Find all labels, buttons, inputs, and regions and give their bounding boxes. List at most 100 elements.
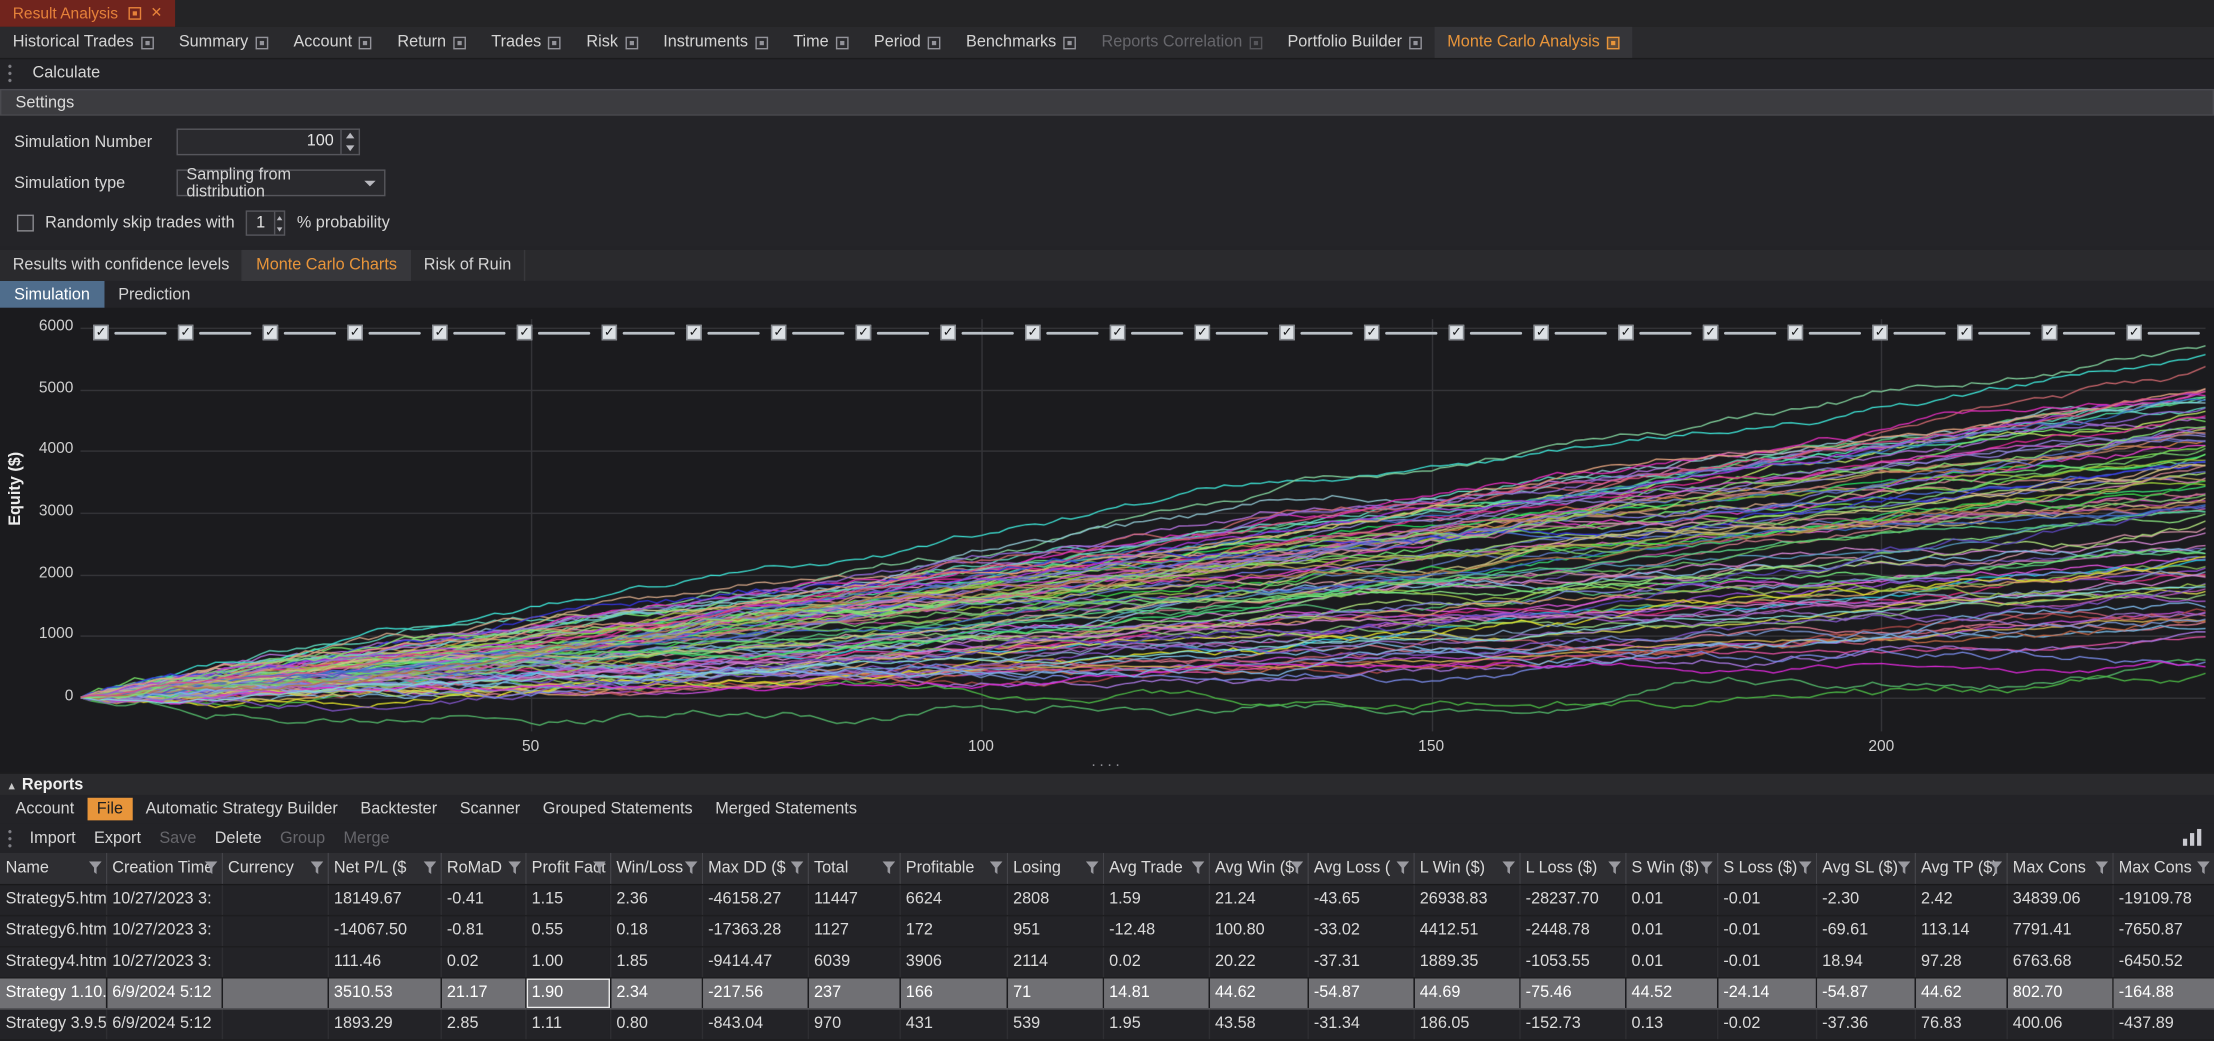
table-cell[interactable]: -17363.28 xyxy=(702,915,808,946)
table-cell[interactable]: 3510.53 xyxy=(328,977,441,1008)
filter-funnel-icon[interactable] xyxy=(310,861,323,874)
table-cell[interactable]: 20.22 xyxy=(1209,946,1308,977)
tab-benchmarks[interactable]: Benchmarks xyxy=(953,27,1088,58)
table-cell[interactable]: -12.48 xyxy=(1103,915,1209,946)
table-cell[interactable]: 970 xyxy=(808,1008,900,1039)
column-header-creation-time-1[interactable]: Creation Time xyxy=(106,853,222,884)
filter-funnel-icon[interactable] xyxy=(1608,861,1621,874)
pin-icon[interactable] xyxy=(1607,36,1620,49)
reports-tab-file[interactable]: File xyxy=(87,798,133,821)
table-cell[interactable]: -0.01 xyxy=(1717,884,1816,915)
column-header-profitable-9[interactable]: Profitable xyxy=(899,853,1006,884)
filter-funnel-icon[interactable] xyxy=(1396,861,1409,874)
filter-funnel-icon[interactable] xyxy=(2095,861,2108,874)
table-cell[interactable]: 14.81 xyxy=(1103,977,1209,1008)
table-cell[interactable]: 97.28 xyxy=(1915,946,2007,977)
close-icon[interactable]: ✕ xyxy=(151,6,163,20)
pin-icon[interactable] xyxy=(453,36,466,49)
series-checkbox[interactable]: ✓ xyxy=(178,325,194,341)
export-button[interactable]: Export xyxy=(87,828,148,848)
table-cell[interactable]: 0.01 xyxy=(1625,884,1717,915)
table-cell[interactable]: 34839.06 xyxy=(2006,884,2112,915)
table-cell[interactable]: 0.80 xyxy=(610,1008,702,1039)
table-cell[interactable]: -31.34 xyxy=(1308,1008,1414,1039)
toolbar-drag-handle[interactable] xyxy=(7,64,13,84)
table-cell[interactable]: Strategy5.htm xyxy=(0,884,106,915)
pin-icon[interactable] xyxy=(359,36,372,49)
table-cell[interactable]: -54.87 xyxy=(1816,977,1915,1008)
tab-reports-correlation[interactable]: Reports Correlation xyxy=(1089,27,1275,58)
table-cell[interactable]: Strategy 3.9.5 xyxy=(0,1008,106,1039)
table-cell[interactable]: 71 xyxy=(1007,977,1103,1008)
series-checkbox[interactable]: ✓ xyxy=(1195,325,1211,341)
table-cell[interactable]: 6/9/2024 5:12 xyxy=(106,1008,222,1039)
pin-icon[interactable] xyxy=(141,36,154,49)
reports-tab-backtester[interactable]: Backtester xyxy=(351,798,447,821)
column-header-avg-trade-11[interactable]: Avg Trade xyxy=(1103,853,1209,884)
table-cell[interactable]: -37.36 xyxy=(1816,1008,1915,1039)
pin-icon[interactable] xyxy=(755,36,768,49)
table-cell[interactable]: -7650.87 xyxy=(2112,915,2214,946)
series-checkbox[interactable]: ✓ xyxy=(2126,325,2142,341)
table-cell[interactable]: -0.41 xyxy=(441,884,526,915)
table-cell[interactable]: 2.42 xyxy=(1915,884,2007,915)
table-cell[interactable]: 44.52 xyxy=(1625,977,1717,1008)
column-header-name-0[interactable]: Name xyxy=(0,853,106,884)
table-cell[interactable]: 1893.29 xyxy=(328,1008,441,1039)
table-cell[interactable]: -54.87 xyxy=(1308,977,1414,1008)
series-checkbox[interactable]: ✓ xyxy=(1618,325,1634,341)
table-cell[interactable]: 1.95 xyxy=(1103,1008,1209,1039)
table-cell[interactable]: 1.85 xyxy=(610,946,702,977)
table-cell[interactable]: 2.85 xyxy=(441,1008,526,1039)
table-cell[interactable]: 400.06 xyxy=(2006,1008,2112,1039)
series-checkbox[interactable]: ✓ xyxy=(686,325,702,341)
toolbar-drag-handle[interactable] xyxy=(7,828,13,848)
table-cell[interactable]: 21.24 xyxy=(1209,884,1308,915)
table-cell[interactable]: -437.89 xyxy=(2112,1008,2214,1039)
reports-tab-scanner[interactable]: Scanner xyxy=(450,798,530,821)
filter-funnel-icon[interactable] xyxy=(1699,861,1712,874)
series-checkbox[interactable]: ✓ xyxy=(602,325,618,341)
tab-return[interactable]: Return xyxy=(385,27,479,58)
table-cell[interactable]: 2808 xyxy=(1007,884,1103,915)
table-cell[interactable]: 7791.41 xyxy=(2006,915,2112,946)
table-cell[interactable]: 10/27/2023 3: xyxy=(106,915,222,946)
series-checkbox[interactable]: ✓ xyxy=(1957,325,1973,341)
simulation-number-stepper[interactable] xyxy=(176,128,360,155)
column-header-losing-10[interactable]: Losing xyxy=(1007,853,1103,884)
table-cell[interactable]: 100.80 xyxy=(1209,915,1308,946)
reports-tab-automatic-strategy-builder[interactable]: Automatic Strategy Builder xyxy=(136,798,348,821)
table-cell[interactable]: 26938.83 xyxy=(1413,884,1519,915)
tab-historical-trades[interactable]: Historical Trades xyxy=(0,27,166,58)
reports-tab-merged-statements[interactable]: Merged Statements xyxy=(705,798,866,821)
table-cell[interactable]: 18.94 xyxy=(1816,946,1915,977)
filter-funnel-icon[interactable] xyxy=(592,861,605,874)
column-header-net-p-l-3[interactable]: Net P/L ($ xyxy=(328,853,441,884)
table-cell[interactable]: 18149.67 xyxy=(328,884,441,915)
table-cell[interactable]: 237 xyxy=(808,977,900,1008)
series-checkbox[interactable]: ✓ xyxy=(1110,325,1126,341)
table-cell[interactable]: 0.01 xyxy=(1625,915,1717,946)
column-header-total-8[interactable]: Total xyxy=(808,853,900,884)
pin-icon[interactable] xyxy=(128,7,141,20)
filter-funnel-icon[interactable] xyxy=(1085,861,1098,874)
table-cell[interactable] xyxy=(222,977,328,1008)
skip-probability-stepper[interactable] xyxy=(246,210,286,235)
tab-period[interactable]: Period xyxy=(861,27,953,58)
column-header-s-loss-17[interactable]: S Loss ($) xyxy=(1717,853,1816,884)
table-cell[interactable]: -6450.52 xyxy=(2112,946,2214,977)
tab-portfolio-builder[interactable]: Portfolio Builder xyxy=(1275,27,1435,58)
spin-up-icon[interactable] xyxy=(275,212,284,223)
table-cell[interactable]: 44.62 xyxy=(1209,977,1308,1008)
table-cell[interactable]: 2.36 xyxy=(610,884,702,915)
table-cell[interactable]: Strategy6.htm xyxy=(0,915,106,946)
table-cell[interactable]: -152.73 xyxy=(1519,1008,1625,1039)
column-chart-icon[interactable] xyxy=(2182,829,2203,847)
table-cell[interactable]: 2.34 xyxy=(610,977,702,1008)
table-cell[interactable]: -33.02 xyxy=(1308,915,1414,946)
table-row[interactable]: Strategy4.htm10/27/2023 3:111.460.021.00… xyxy=(0,946,2214,977)
tab-trades[interactable]: Trades xyxy=(479,27,574,58)
table-cell[interactable]: -2448.78 xyxy=(1519,915,1625,946)
table-cell[interactable]: 113.14 xyxy=(1915,915,2007,946)
table-cell[interactable]: -0.02 xyxy=(1717,1008,1816,1039)
